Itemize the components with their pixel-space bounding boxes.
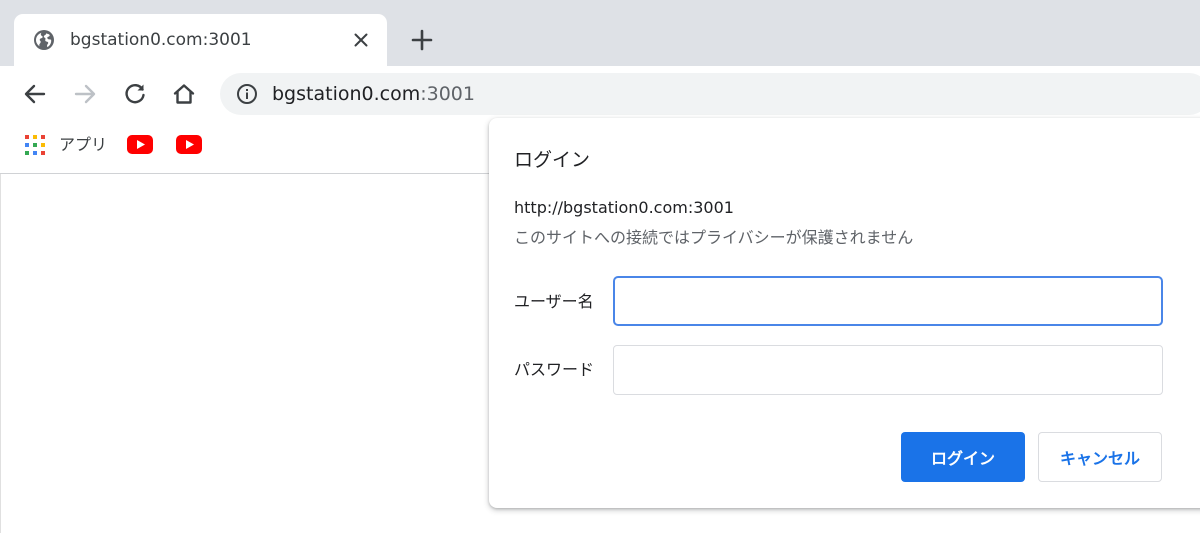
password-input[interactable] bbox=[613, 345, 1163, 395]
tab-title: bgstation0.com:3001 bbox=[70, 30, 252, 50]
page-content-edge bbox=[0, 174, 1, 533]
apps-grid-icon[interactable] bbox=[24, 134, 46, 156]
globe-icon bbox=[34, 30, 54, 50]
info-icon[interactable] bbox=[236, 83, 258, 105]
tab-strip: bgstation0.com:3001 bbox=[0, 0, 1200, 66]
close-icon[interactable] bbox=[351, 30, 371, 50]
login-dialog: ログイン http://bgstation0.com:3001 このサイトへの接… bbox=[489, 118, 1200, 508]
home-icon[interactable] bbox=[170, 80, 198, 108]
url-port: :3001 bbox=[420, 83, 475, 105]
address-url[interactable]: bgstation0.com:3001 bbox=[272, 82, 475, 106]
apps-label[interactable]: アプリ bbox=[59, 134, 107, 156]
url-host: bgstation0.com bbox=[272, 83, 421, 105]
dialog-privacy-warning: このサイトへの接続ではプライバシーが保護されません bbox=[514, 228, 914, 247]
username-label: ユーザー名 bbox=[514, 292, 594, 311]
arrow-back-icon[interactable] bbox=[21, 80, 49, 108]
arrow-forward-icon[interactable] bbox=[71, 80, 99, 108]
username-input[interactable] bbox=[613, 276, 1163, 326]
login-button[interactable]: ログイン bbox=[901, 432, 1025, 482]
address-bar[interactable]: bgstation0.com:3001 bbox=[220, 73, 1200, 115]
plus-icon[interactable] bbox=[408, 26, 436, 54]
browser-toolbar: bgstation0.com:3001 bbox=[0, 66, 1200, 122]
dialog-title: ログイン bbox=[514, 149, 591, 171]
browser-tab[interactable]: bgstation0.com:3001 bbox=[14, 14, 387, 66]
youtube-icon[interactable] bbox=[127, 135, 153, 154]
reload-icon[interactable] bbox=[121, 80, 149, 108]
password-label: パスワード bbox=[514, 360, 595, 379]
youtube-icon[interactable] bbox=[176, 135, 202, 154]
cancel-button[interactable]: キャンセル bbox=[1038, 432, 1162, 482]
dialog-origin: http://bgstation0.com:3001 bbox=[514, 198, 734, 217]
